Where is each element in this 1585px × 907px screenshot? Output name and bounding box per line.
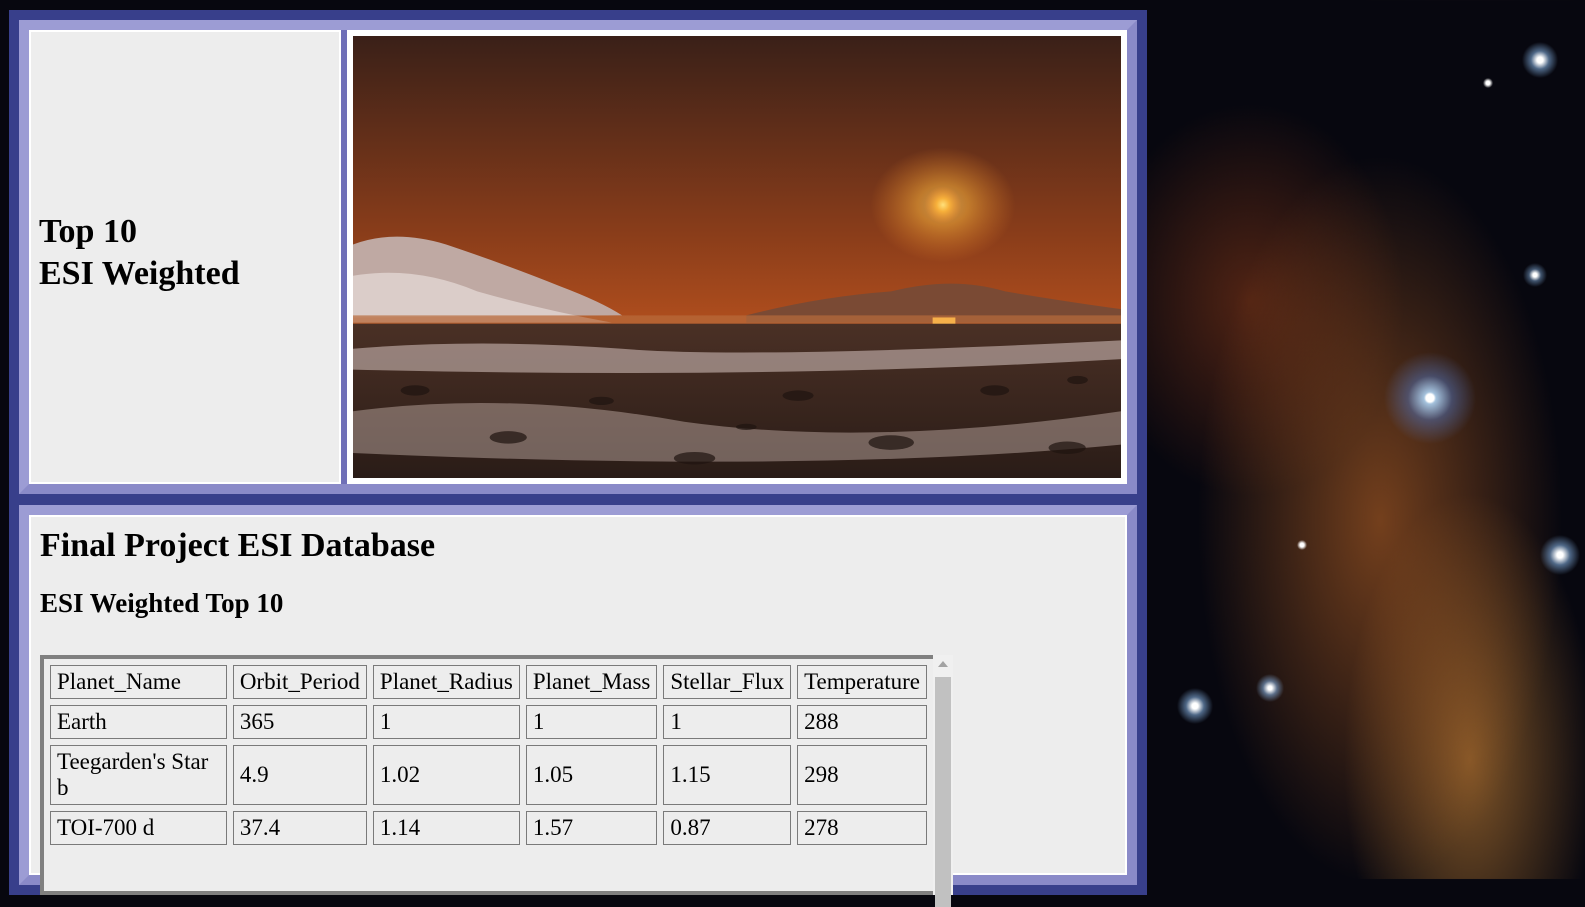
header-panel: Top 10 ESI Weighted (9, 10, 1147, 504)
main-content: Final Project ESI Database ESI Weighted … (29, 515, 1127, 907)
table-cell: 298 (797, 745, 927, 805)
table-cell: 1 (372, 705, 520, 739)
table-cell: 1.57 (525, 811, 658, 845)
table-cell: 1.14 (372, 811, 520, 845)
main-frame: Final Project ESI Database ESI Weighted … (19, 505, 1137, 907)
title-line-2: ESI Weighted (39, 255, 240, 292)
table-heading: ESI Weighted Top 10 (40, 588, 284, 618)
title-line-1: Top 10 (39, 213, 137, 250)
table-cell: 1.05 (525, 745, 658, 805)
database-heading: Final Project ESI Database (40, 527, 436, 564)
table-cell: 1.15 (663, 745, 792, 805)
table-cell: 0.87 (663, 811, 792, 845)
vertical-scrollbar[interactable] (933, 655, 953, 907)
table-cell: 365 (232, 705, 367, 739)
table-header-row: Planet_Name Orbit_Period Planet_Radius Plan… (50, 665, 927, 699)
scroll-thumb[interactable] (935, 677, 951, 907)
table-cell: TOI-700 d (50, 811, 227, 845)
header-frame: Top 10 ESI Weighted (19, 20, 1137, 494)
table-cell: 288 (797, 705, 927, 739)
main-panel: Final Project ESI Database ESI Weighted … (9, 495, 1147, 907)
header-title-cell: Top 10 ESI Weighted (29, 30, 341, 484)
table-cell: 1 (525, 705, 658, 739)
table-row: Earth 365 1 1 1 288 (50, 705, 927, 739)
header-image-cell (347, 30, 1127, 484)
scroll-up-arrow-icon[interactable] (938, 661, 948, 667)
column-header: Planet_Radius (372, 665, 520, 699)
column-header: Orbit_Period (232, 665, 367, 699)
page-title: Top 10 ESI Weighted (39, 211, 240, 295)
column-header: Planet_Mass (525, 665, 658, 699)
table-row: Teegarden's Star b 4.9 1.02 1.05 1.15 298 (50, 745, 927, 805)
column-header: Temperature (797, 665, 927, 699)
esi-table: Planet_Name Orbit_Period Planet_Radius Plan… (44, 659, 933, 851)
table-cell: 4.9 (232, 745, 367, 805)
table-cell: 1.02 (372, 745, 520, 805)
exoplanet-landscape-image (353, 36, 1121, 478)
table-scroll-container[interactable]: Planet_Name Orbit_Period Planet_Radius Plan… (40, 655, 933, 895)
table-cell: Teegarden's Star b (50, 745, 227, 805)
table-cell: Earth (50, 705, 227, 739)
column-header: Planet_Name (50, 665, 227, 699)
column-header: Stellar_Flux (663, 665, 792, 699)
table-cell: 37.4 (232, 811, 367, 845)
table-row: TOI-700 d 37.4 1.14 1.57 0.87 278 (50, 811, 927, 845)
table-cell: 1 (663, 705, 792, 739)
table-cell: 278 (797, 811, 927, 845)
